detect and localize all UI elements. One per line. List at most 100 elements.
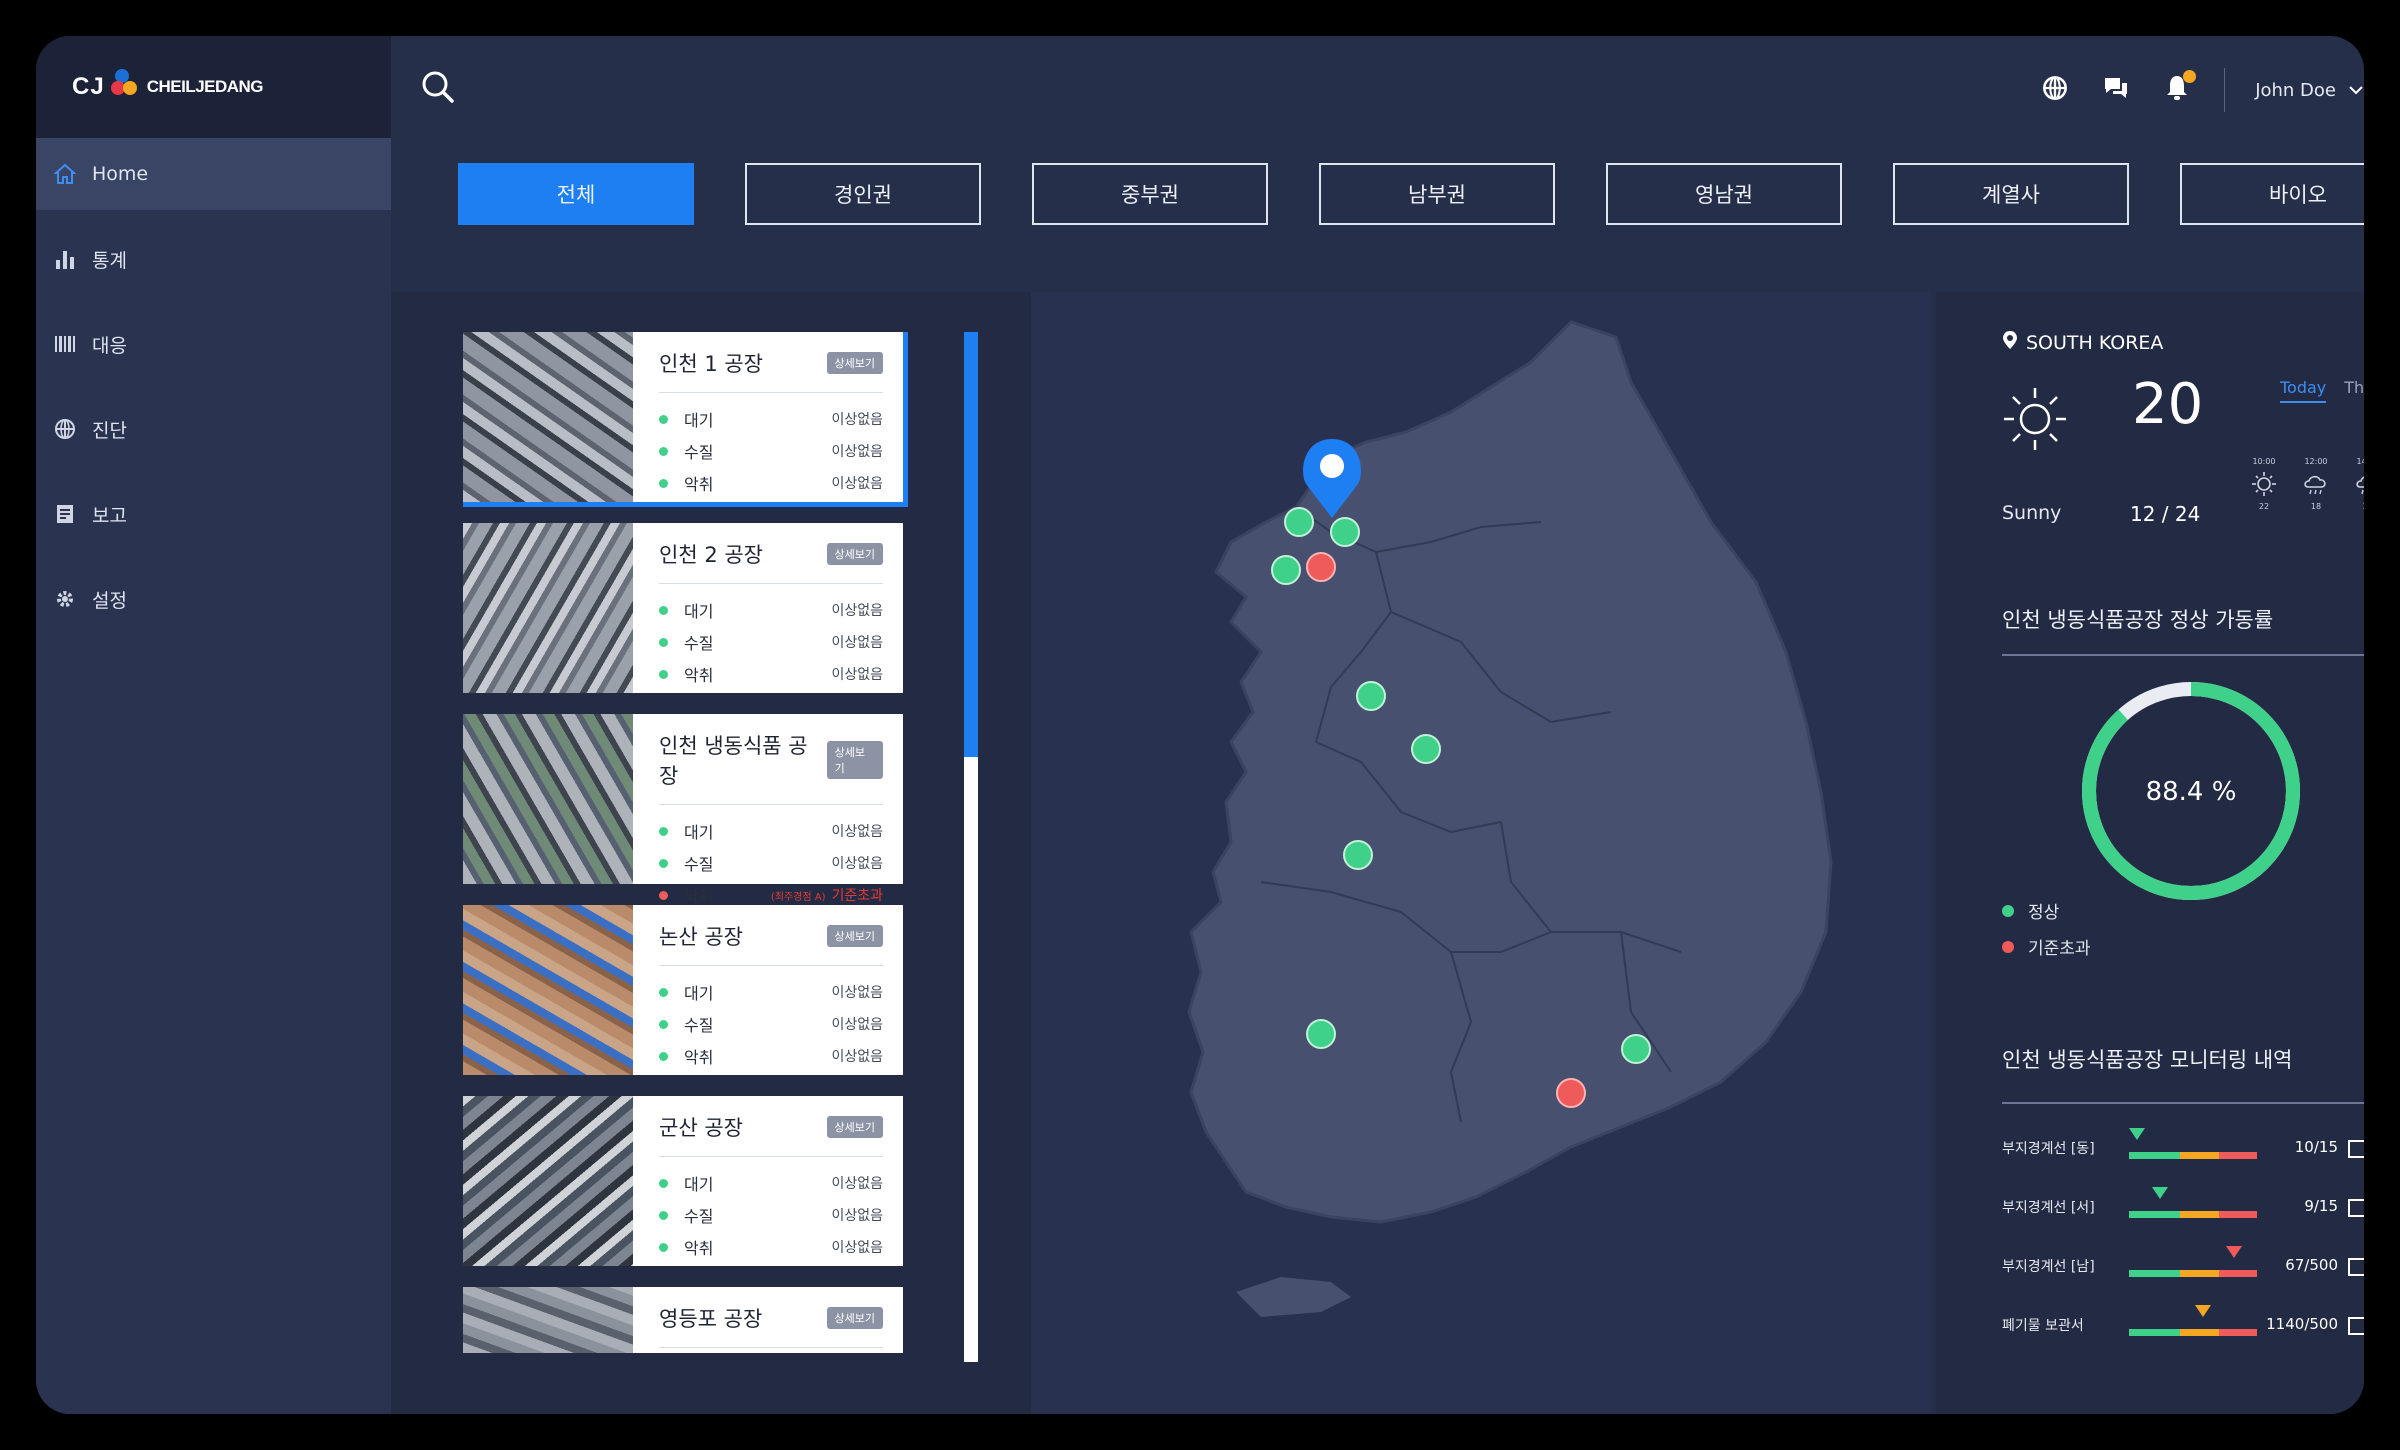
monitoring-row[interactable]: 부지경계선 [서] 9/15 bbox=[2002, 1183, 2364, 1223]
rain-cloud-icon bbox=[2290, 470, 2342, 498]
tab-central[interactable]: 중부권 bbox=[1032, 163, 1268, 225]
row-checkbox[interactable] bbox=[2348, 1258, 2364, 1276]
tab-today[interactable]: Today bbox=[2280, 378, 2327, 403]
map-panel bbox=[1031, 292, 1931, 1414]
hourly-forecast: 10:00 22 12:00 18 14:00 20 bbox=[2238, 457, 2364, 511]
site-marker-exceed[interactable] bbox=[1306, 552, 1336, 582]
detail-button[interactable]: 상세보기 bbox=[826, 352, 883, 374]
status-dot bbox=[659, 858, 668, 868]
factory-aerial-image bbox=[463, 523, 633, 693]
list-scrollbar[interactable] bbox=[964, 332, 978, 1362]
sidebar-item-diagnosis[interactable]: 진단 bbox=[36, 393, 391, 465]
factory-card[interactable]: 인천 냉동식품 공장 상세보기 대기 이상없음 수질 이상없음 악취 (최주경점 A)… bbox=[463, 714, 903, 906]
factory-card[interactable]: 영등포 공장 상세보기 bbox=[463, 1287, 903, 1353]
monitoring-row[interactable]: 부지경계선 [동] 10/15 bbox=[2002, 1124, 2364, 1164]
factory-name: 인천 1 공장 bbox=[659, 352, 763, 376]
level-marker bbox=[2225, 1246, 2242, 1258]
site-marker-normal[interactable] bbox=[1356, 681, 1386, 711]
region-tabs: 전체 경인권 중부권 남부권 영남권 계열사 바이오 bbox=[458, 163, 2364, 225]
chevron-down-icon[interactable] bbox=[2348, 81, 2364, 100]
logo-mark: CJ bbox=[72, 73, 105, 100]
factory-name: 인천 냉동식품 공장 bbox=[659, 734, 808, 788]
status-row: 수질 이상없음 bbox=[659, 626, 883, 658]
factory-aerial-image bbox=[463, 332, 633, 502]
bar-chart-icon bbox=[52, 246, 78, 272]
operation-title: 인천 냉동식품공장 정상 가동률 bbox=[2002, 608, 2274, 632]
sidebar-item-home[interactable]: Home bbox=[36, 138, 391, 210]
row-checkbox[interactable] bbox=[2348, 1317, 2364, 1335]
status-row: 대기 이상없음 bbox=[659, 403, 883, 435]
monitoring-row[interactable]: 폐기물 보관서 1140/500 bbox=[2002, 1301, 2364, 1341]
korea-landmass[interactable] bbox=[1187, 320, 1833, 1224]
top-actions: John Doe bbox=[2042, 68, 2364, 112]
monitoring-row[interactable]: 부지경계선 [남] 67/500 bbox=[2002, 1242, 2364, 1282]
alert-location: (최주경점 A) bbox=[770, 892, 826, 903]
site-marker-normal[interactable] bbox=[1411, 734, 1441, 764]
status-row: 대기 이상없음 bbox=[659, 976, 883, 1008]
factory-card[interactable]: 인천 2 공장 상세보기 대기 이상없음 수질 이상없음 악취 이상없음 bbox=[463, 523, 903, 693]
header-divider bbox=[2224, 68, 2226, 112]
temperature-range: 12 / 24 bbox=[2130, 502, 2201, 526]
bell-icon[interactable] bbox=[2164, 70, 2197, 106]
site-marker-normal[interactable] bbox=[1284, 507, 1314, 537]
factory-name: 인천 2 공장 bbox=[659, 543, 763, 567]
globe-icon[interactable] bbox=[2042, 75, 2068, 105]
site-marker-normal[interactable] bbox=[1306, 1019, 1336, 1049]
sidebar-item-response[interactable]: 대응 bbox=[36, 308, 391, 380]
status-dot bbox=[659, 605, 668, 615]
logo-text: CHEILJEDANG bbox=[146, 77, 264, 96]
factory-card[interactable]: 논산 공장 상세보기 대기 이상없음 수질 이상없음 악취 이상없음 bbox=[463, 905, 903, 1075]
tab-this-week[interactable]: This week bbox=[2344, 378, 2364, 403]
tab-bio[interactable]: 바이오 bbox=[2180, 163, 2364, 225]
factory-list-panel: 인천 1 공장 상세보기 대기 이상없음 수질 이상없음 악취 이상없음 인천 2 공… bbox=[391, 292, 1031, 1414]
factory-card[interactable]: 인천 1 공장 상세보기 대기 이상없음 수질 이상없음 악취 이상없음 bbox=[463, 332, 908, 507]
detail-button[interactable]: 상세보기 bbox=[826, 543, 883, 565]
legend-exceed: 기준초과 bbox=[2002, 934, 2091, 959]
level-bar bbox=[2129, 1329, 2257, 1336]
site-marker-normal[interactable] bbox=[1343, 840, 1373, 870]
tab-gyeongin[interactable]: 경인권 bbox=[745, 163, 981, 225]
status-dot bbox=[659, 987, 668, 997]
factory-card[interactable]: 군산 공장 상세보기 대기 이상없음 수질 이상없음 악취 이상없음 bbox=[463, 1096, 903, 1266]
tab-all[interactable]: 전체 bbox=[458, 163, 694, 225]
scrollbar-thumb[interactable] bbox=[964, 332, 978, 757]
factory-aerial-image bbox=[463, 714, 633, 884]
jeju-island[interactable] bbox=[1236, 1277, 1351, 1317]
user-name[interactable]: John Doe bbox=[2255, 80, 2336, 101]
tab-yeongnam[interactable]: 영남권 bbox=[1606, 163, 1842, 225]
sidebar-item-settings[interactable]: 설정 bbox=[36, 563, 391, 635]
detail-button[interactable]: 상세보기 bbox=[826, 925, 883, 947]
site-marker-normal[interactable] bbox=[1330, 517, 1360, 547]
operation-rate: 88.4 % bbox=[2146, 777, 2237, 807]
factory-cards: 인천 1 공장 상세보기 대기 이상없음 수질 이상없음 악취 이상없음 인천 2 공… bbox=[463, 332, 908, 1392]
notification-badge bbox=[2183, 70, 2197, 83]
tab-south[interactable]: 남부권 bbox=[1319, 163, 1555, 225]
status-dot bbox=[659, 826, 668, 836]
rain-cloud-icon bbox=[2342, 470, 2364, 498]
status-dot bbox=[659, 1210, 668, 1220]
site-marker-normal[interactable] bbox=[1271, 555, 1301, 585]
status-row: 악취 이상없음 bbox=[659, 467, 883, 499]
factory-name: 논산 공장 bbox=[659, 925, 743, 949]
monitoring-title: 인천 냉동식품공장 모니터링 내역 bbox=[2002, 1048, 2293, 1072]
status-row: 악취 이상없음 bbox=[659, 1040, 883, 1072]
sidebar-item-stats[interactable]: 통계 bbox=[36, 223, 391, 295]
section-divider bbox=[2002, 1102, 2364, 1104]
factory-aerial-image bbox=[463, 1096, 633, 1266]
row-checkbox[interactable] bbox=[2348, 1199, 2364, 1217]
barcode-icon bbox=[52, 331, 78, 357]
sidebar-item-report[interactable]: 보고 bbox=[36, 478, 391, 550]
detail-button[interactable]: 상세보기 bbox=[826, 741, 883, 779]
chat-icon[interactable] bbox=[2102, 75, 2130, 105]
row-checkbox[interactable] bbox=[2348, 1140, 2364, 1158]
search-icon[interactable] bbox=[421, 70, 455, 108]
brand-logo[interactable]: CJ CHEILJEDANG bbox=[36, 36, 391, 138]
site-marker-exceed[interactable] bbox=[1556, 1078, 1586, 1108]
detail-button[interactable]: 상세보기 bbox=[826, 1307, 883, 1329]
tab-affiliates[interactable]: 계열사 bbox=[1893, 163, 2129, 225]
sidebar-item-label: 설정 bbox=[92, 589, 127, 612]
top-bar: John Doe bbox=[391, 36, 2364, 138]
status-row: 악취 이상없음 bbox=[659, 658, 883, 690]
site-marker-normal[interactable] bbox=[1621, 1034, 1651, 1064]
detail-button[interactable]: 상세보기 bbox=[826, 1116, 883, 1138]
